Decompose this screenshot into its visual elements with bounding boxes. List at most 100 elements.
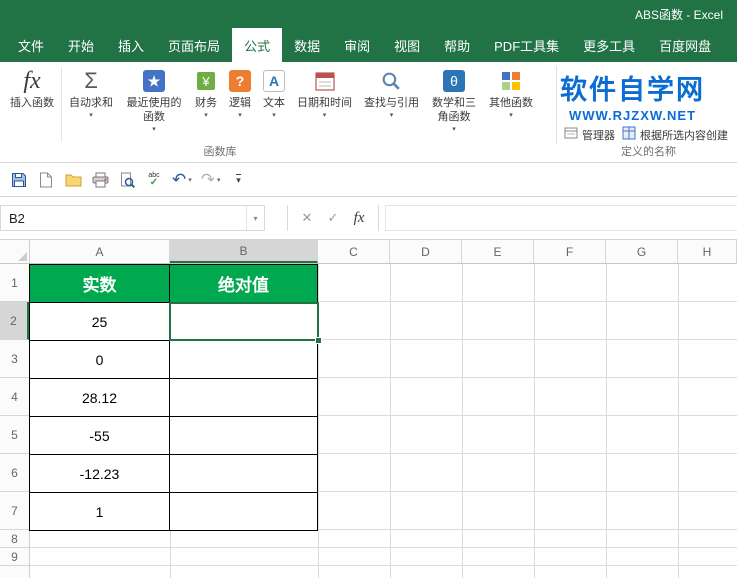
cell-A4[interactable]: 28.12	[30, 379, 170, 417]
table-row: -12.23	[30, 455, 318, 493]
tab-home[interactable]: 开始	[56, 28, 106, 62]
create-from-selection-label: 根据所选内容创建	[640, 129, 728, 142]
redo-button[interactable]: ↷ ▾	[201, 169, 221, 191]
name-box[interactable]: B2 ▾	[0, 205, 265, 231]
row-header-4[interactable]: 4	[0, 378, 29, 416]
column-header-B[interactable]: B	[170, 240, 318, 263]
math-trig-button[interactable]: θ 数学和三角函数 ▾	[425, 65, 483, 133]
name-box-dropdown-icon[interactable]: ▾	[246, 206, 264, 230]
redo-icon: ↷	[200, 170, 216, 189]
financial-label: 财务	[195, 97, 217, 109]
tab-more-tools[interactable]: 更多工具	[571, 28, 647, 62]
row-header-5[interactable]: 5	[0, 416, 29, 454]
formula-input[interactable]	[385, 205, 737, 231]
theta-icon: θ	[443, 70, 465, 92]
function-library-group-label: 函数库	[203, 146, 237, 158]
cell-B4[interactable]	[170, 379, 318, 417]
date-time-button[interactable]: 日期和时间 ▾	[291, 65, 358, 119]
insert-function-fx-button[interactable]: fx	[346, 210, 372, 227]
tab-data[interactable]: 数据	[282, 28, 332, 62]
svg-text:¥: ¥	[201, 74, 210, 89]
print-preview-icon	[121, 172, 135, 188]
customize-qat-button[interactable]: ▾	[230, 169, 248, 191]
cell-A5[interactable]: -55	[30, 417, 170, 455]
tab-page-layout[interactable]: 页面布局	[156, 28, 232, 62]
text-button[interactable]: A 文本 ▾	[257, 65, 291, 119]
tab-review[interactable]: 审阅	[332, 28, 382, 62]
cell-B2[interactable]	[170, 303, 318, 341]
cell-A6[interactable]: -12.23	[30, 455, 170, 493]
spellcheck-button[interactable]: abc ✓	[145, 169, 163, 191]
column-header-row: A B C D E F G H	[0, 240, 737, 264]
text-label: 文本	[263, 97, 285, 109]
name-box-value: B2	[9, 210, 25, 226]
cell-B3[interactable]	[170, 341, 318, 379]
name-manager-button[interactable]: 管理器	[564, 126, 615, 143]
formula-bar-divider	[378, 205, 379, 231]
column-header-E[interactable]: E	[462, 240, 534, 263]
cancel-button[interactable]: ✕	[294, 210, 320, 226]
lookup-reference-label: 查找与引用	[364, 97, 419, 109]
row-header-2[interactable]: 2	[0, 302, 29, 340]
column-header-D[interactable]: D	[390, 240, 462, 263]
table-row: 实数 绝对值	[30, 265, 318, 303]
more-functions-icon	[501, 67, 521, 95]
undo-icon: ↶	[172, 170, 187, 189]
column-header-F[interactable]: F	[534, 240, 606, 263]
row-header-3[interactable]: 3	[0, 340, 29, 378]
dropdown-arrow-icon: ▾	[152, 125, 156, 133]
cell-A1[interactable]: 实数	[30, 265, 170, 303]
autosum-button[interactable]: Σ 自动求和 ▾	[63, 65, 119, 119]
ribbon: fx 插入函数 Σ 自动求和 ▾ ★ 最近使用的函数 ▾ ¥ 财务 ▾ ? 逻辑…	[0, 62, 737, 163]
tab-pdf-tools[interactable]: PDF工具集	[482, 28, 571, 62]
cell-B5[interactable]	[170, 417, 318, 455]
open-folder-button[interactable]	[64, 169, 82, 191]
undo-dropdown-icon[interactable]: ▾	[188, 176, 192, 184]
financial-button[interactable]: ¥ 财务 ▾	[189, 65, 223, 119]
cell-A2[interactable]: 25	[30, 303, 170, 341]
row-header-6[interactable]: 6	[0, 454, 29, 492]
column-header-C[interactable]: C	[318, 240, 390, 263]
cell-A7[interactable]: 1	[30, 493, 170, 531]
tab-formulas[interactable]: 公式	[232, 28, 283, 62]
cell-B7[interactable]	[170, 493, 318, 531]
cell-B1[interactable]: 绝对值	[170, 265, 318, 303]
row-header-1[interactable]: 1	[0, 264, 29, 302]
row-header-7[interactable]: 7	[0, 492, 29, 530]
recently-used-button[interactable]: ★ 最近使用的函数 ▾	[119, 65, 189, 133]
cell-A3[interactable]: 0	[30, 341, 170, 379]
redo-dropdown-icon[interactable]: ▾	[217, 176, 221, 184]
row-header-9[interactable]: 9	[0, 548, 29, 566]
column-header-G[interactable]: G	[606, 240, 678, 263]
print-preview-button[interactable]	[118, 169, 136, 191]
insert-function-button[interactable]: fx 插入函数	[4, 65, 60, 111]
tab-help[interactable]: 帮助	[432, 28, 482, 62]
column-header-H[interactable]: H	[678, 240, 737, 263]
dropdown-arrow-icon: ▾	[452, 125, 456, 133]
column-header-A[interactable]: A	[30, 240, 170, 263]
save-button[interactable]	[10, 169, 28, 191]
logical-button[interactable]: ? 逻辑 ▾	[223, 65, 257, 119]
cell-B6[interactable]	[170, 455, 318, 493]
lookup-reference-button[interactable]: 查找与引用 ▾	[358, 65, 425, 119]
date-time-label: 日期和时间	[297, 97, 352, 109]
create-from-selection-button[interactable]: 根据所选内容创建	[622, 126, 728, 143]
more-functions-button[interactable]: 其他函数 ▾	[483, 65, 539, 119]
dropdown-arrow-icon: ▾	[89, 111, 93, 119]
print-button[interactable]	[91, 169, 109, 191]
recently-used-label: 最近使用的函数	[126, 97, 182, 123]
financial-icon: ¥	[195, 67, 217, 95]
enter-button[interactable]: ✓	[320, 210, 346, 226]
new-file-button[interactable]	[37, 169, 55, 191]
defined-names-group: 管理器 根据所选内容创建	[560, 62, 737, 144]
sheet-grid[interactable]: 1 2 3 4 5 6 7 8 9 实数 绝对值 25 0 28.12 -55	[0, 264, 737, 578]
row-header-8[interactable]: 8	[0, 530, 29, 548]
select-all-corner[interactable]	[0, 240, 30, 263]
tab-baidu-pan[interactable]: 百度网盘	[647, 28, 723, 62]
more-functions-label: 其他函数	[489, 97, 533, 109]
undo-button[interactable]: ↶ ▾	[172, 169, 192, 191]
tab-view[interactable]: 视图	[382, 28, 432, 62]
tab-insert[interactable]: 插入	[106, 28, 156, 62]
formula-bar-divider	[287, 205, 288, 231]
tab-file[interactable]: 文件	[6, 28, 56, 62]
